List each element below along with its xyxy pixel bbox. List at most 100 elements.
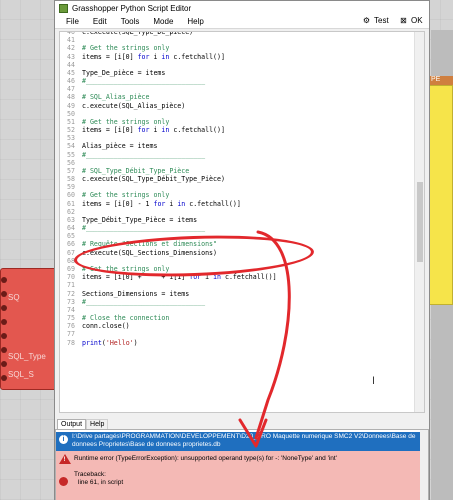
code-line[interactable]: 55 #______________________________ [60, 151, 424, 159]
code-line[interactable]: 72 Sections_Dimensions = items [60, 290, 424, 298]
code-line[interactable]: 57 # SQL_Type_Débit_Type_Pièce [60, 167, 424, 175]
code-text: # SQL_Type_Débit_Type_Pièce [82, 167, 189, 175]
yellow-panel-component[interactable] [428, 85, 453, 305]
code-line[interactable]: 46 #______________________________ [60, 77, 424, 85]
code-line[interactable]: 71 [60, 281, 424, 289]
output-log[interactable]: i I:\Drive partagés\PROGRAMMATION\DEVELO… [55, 429, 429, 500]
code-text: #______________________________ [82, 224, 205, 232]
code-line[interactable]: 70 items = [i[0] + " " + i[1] for i in c.… [60, 273, 424, 281]
code-line[interactable]: 56 [60, 159, 424, 167]
code-token: Alias_pièce = items [82, 142, 158, 151]
code-text: # Get the strings only [82, 44, 169, 52]
info-message[interactable]: i I:\Drive partagés\PROGRAMMATION\DEVELO… [56, 432, 428, 451]
output-scrollbar[interactable] [420, 430, 428, 500]
code-line[interactable]: 64 #______________________________ [60, 224, 424, 232]
traceback-label: Traceback: [74, 471, 106, 478]
line-number: 73 [67, 297, 75, 306]
code-token: conn.close() [82, 322, 130, 331]
menu-bar: File Edit Tools Mode Help ⚙ Test ⊠ OK [55, 15, 429, 29]
line-number: 42 [67, 44, 75, 53]
traceback-line: line 61, in script [78, 479, 124, 486]
line-number: 43 [67, 52, 75, 61]
code-line[interactable]: 73 #______________________________ [60, 298, 424, 306]
test-button[interactable]: ⚙ Test [362, 16, 389, 25]
editor-scrollbar-thumb[interactable] [417, 182, 423, 262]
input-pin[interactable] [1, 291, 7, 297]
code-line[interactable]: 43 items = [i[0] for i in c.fetchall()] [60, 53, 424, 61]
code-line[interactable]: 53 [60, 134, 424, 142]
menu-tools[interactable]: Tools [114, 17, 147, 26]
line-number: 51 [67, 117, 75, 126]
code-line[interactable]: 59 [60, 183, 424, 191]
code-line[interactable]: 49 c.execute(SQL_Alias_pièce) [60, 102, 424, 110]
tab-output[interactable]: Output [57, 419, 87, 429]
line-number: 64 [67, 224, 75, 233]
test-button-label: Test [374, 16, 389, 25]
code-line[interactable]: 58 c.execute(SQL_Type_Débit_Type_Pièce) [60, 175, 424, 183]
line-number: 63 [67, 215, 75, 224]
line-number: 54 [67, 142, 75, 151]
code-line[interactable]: 74 [60, 306, 424, 314]
code-token: #______________________________ [82, 297, 206, 306]
code-text: # Get the strings only [82, 118, 169, 126]
code-token: # SQL_Type_Débit_Type_Pièce [82, 166, 190, 175]
menu-edit[interactable]: Edit [86, 17, 114, 26]
line-number: 56 [67, 158, 75, 167]
line-number: 57 [67, 166, 75, 175]
code-text: # Get the strings only [82, 191, 169, 199]
code-line[interactable]: 45 Type_De_pièce = items [60, 69, 424, 77]
line-number: 70 [67, 273, 75, 282]
editor-scrollbar[interactable] [414, 32, 424, 412]
code-token: #______________________________ [82, 224, 206, 233]
line-number: 69 [67, 264, 75, 273]
input-pin[interactable] [1, 277, 7, 283]
code-token: # Close the connection [82, 314, 170, 323]
input-pin[interactable] [1, 361, 7, 367]
input-pin[interactable] [1, 347, 7, 353]
line-number: 44 [67, 60, 75, 69]
title-bar[interactable]: Grasshopper Python Script Editor [55, 1, 429, 15]
input-pin[interactable] [1, 305, 7, 311]
code-line[interactable]: 63 Type_Débit_Type_Pièce = items [60, 216, 424, 224]
line-number: 48 [67, 93, 75, 102]
code-line[interactable]: 48 # SQL_Alias_pièce [60, 93, 424, 101]
input-pin[interactable] [1, 319, 7, 325]
tab-help[interactable]: Help [86, 419, 109, 429]
code-line[interactable]: 42 # Get the strings only [60, 44, 424, 52]
code-line[interactable]: 51 # Get the strings only [60, 118, 424, 126]
code-line[interactable]: 61 items = [i[0] - 1 for i in c.fetchall(… [60, 200, 424, 208]
code-token: for [137, 126, 150, 135]
code-line[interactable]: 62 [60, 208, 424, 216]
code-token: c.execute(SQL_Alias_pièce) [82, 101, 186, 110]
menu-file[interactable]: File [59, 17, 86, 26]
code-line[interactable]: 60 # Get the strings only [60, 191, 424, 199]
menu-help[interactable]: Help [180, 17, 210, 26]
code-line[interactable]: 76 conn.close() [60, 322, 424, 330]
code-token: c.fetchall()] [169, 52, 225, 61]
code-editor[interactable]: 40 c.execute(SQL_Type_De_pièce) 41 42 # Get … [59, 31, 425, 413]
output-tabs: Output Help [55, 419, 429, 429]
python-editor-window: Grasshopper Python Script Editor File Ed… [54, 0, 430, 500]
code-line[interactable]: 44 [60, 61, 424, 69]
menu-mode[interactable]: Mode [146, 17, 180, 26]
code-text: items = [i[0] - 1 for i in c.fetchall()] [82, 200, 241, 208]
code-line[interactable]: 52 items = [i[0] for i in c.fetchall()] [60, 126, 424, 134]
code-line[interactable]: 47 [60, 85, 424, 93]
code-line[interactable]: 75 # Close the connection [60, 314, 424, 322]
code-line[interactable]: 54 Alias_pièce = items [60, 142, 424, 150]
input-pin[interactable] [1, 333, 7, 339]
input-pin[interactable] [1, 375, 7, 381]
window-title: Grasshopper Python Script Editor [72, 3, 192, 13]
code-line[interactable]: 78 print('Hello') [60, 339, 424, 347]
code-line[interactable]: 50 [60, 110, 424, 118]
code-text: items = [i[0] for i in c.fetchall()] [82, 53, 225, 61]
code-token: print [82, 338, 102, 347]
error-message[interactable]: ! Runtime error (TypeErrorException): un… [56, 451, 428, 500]
code-token: ) [133, 338, 138, 347]
code-token: # Get the strings only [82, 191, 170, 200]
output-panel: Output Help i I:\Drive partagés\PROGRAMM… [55, 419, 429, 500]
code-line[interactable]: 77 [60, 330, 424, 338]
ok-button[interactable]: ⊠ OK [399, 16, 422, 25]
code-line[interactable]: 41 [60, 36, 424, 44]
line-number: 72 [67, 289, 75, 298]
